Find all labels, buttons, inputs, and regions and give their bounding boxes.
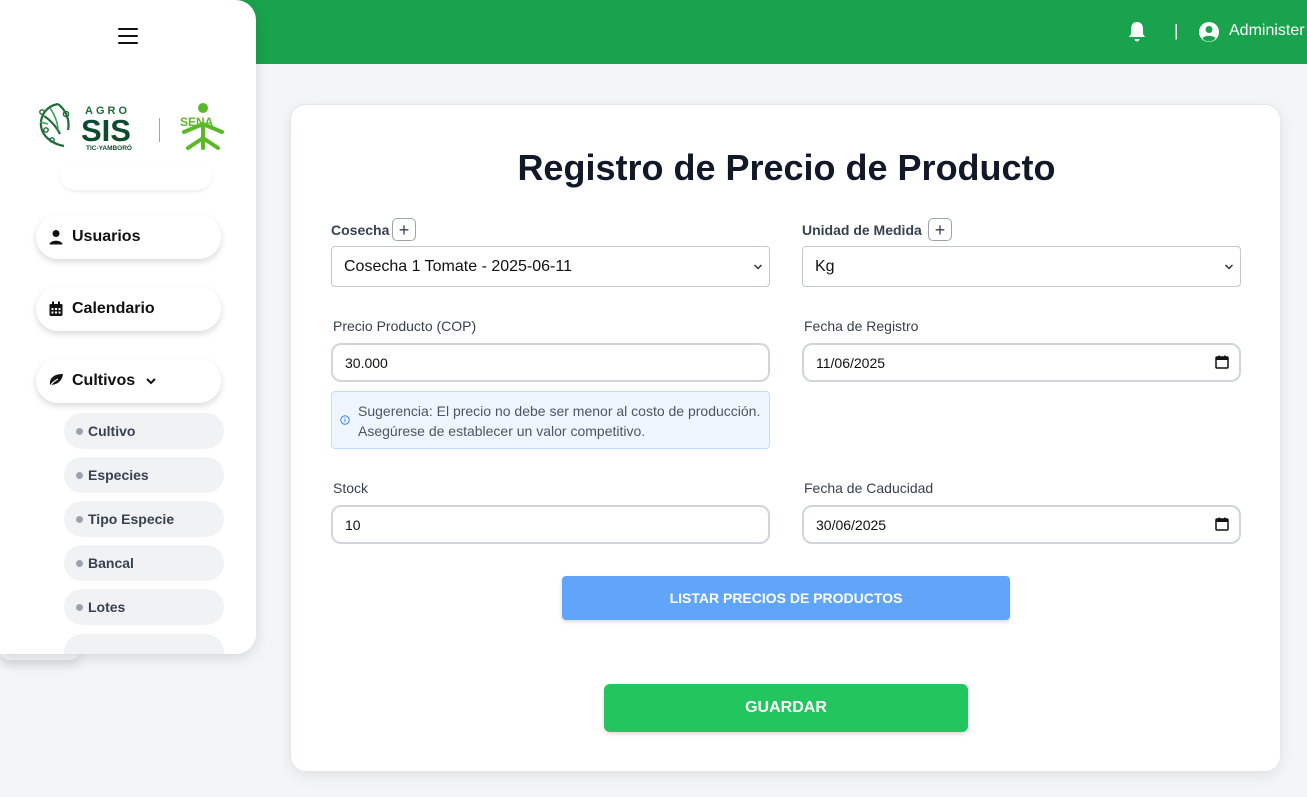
calendar-picker-icon[interactable] (1215, 355, 1229, 369)
info-icon (340, 415, 350, 425)
user-icon (49, 230, 63, 245)
save-button[interactable]: GUARDAR (604, 684, 968, 732)
bell-icon[interactable] (1127, 21, 1147, 43)
sidebar-subitem-label: Especies (88, 467, 149, 483)
sidebar-item-calendario[interactable]: Calendario (36, 287, 221, 331)
fecha-registro-value: 11/06/2025 (816, 354, 886, 371)
user-circle-icon[interactable] (1198, 21, 1220, 43)
sidebar-item-label: Usuarios (72, 228, 141, 245)
cosecha-selected-value: Cosecha 1 Tomate - 2025-06-11 (344, 257, 572, 275)
chevron-down-icon (1224, 264, 1234, 270)
sidebar-item-usuarios[interactable]: Usuarios (36, 215, 221, 259)
product-price-form-card: Registro de Precio de Producto Cosecha +… (290, 104, 1281, 772)
bullet-icon (76, 515, 83, 523)
fecha-caducidad-label: Fecha de Caducidad (804, 480, 934, 496)
sena-logo: SENA (180, 103, 224, 150)
fecha-caducidad-value: 30/06/2025 (816, 516, 887, 533)
sidebar-subitem-tipo-especie[interactable]: Tipo Especie (64, 501, 224, 537)
logo-divider (159, 118, 160, 142)
unidad-label: Unidad de Medida (802, 222, 922, 238)
bullet-icon (76, 603, 83, 611)
sidebar-subitem-label: Lotes (88, 599, 126, 615)
logo-sis-text: SIS (81, 113, 131, 148)
list-prices-button[interactable]: LISTAR PRECIOS DE PRODUCTOS (562, 576, 1010, 620)
sidebar: AGRO SIS TIC-YAMBORÓ SENA Usuarios Calen… (0, 0, 256, 654)
precio-input[interactable]: 30.000 (331, 343, 770, 382)
hint-line-1: Sugerencia: El precio no debe ser menor … (358, 403, 761, 419)
chevron-down-icon (753, 264, 763, 270)
agrosis-logo: AGRO SIS TIC-YAMBORÓ (39, 102, 132, 152)
sidebar-subitem-hidden (64, 634, 224, 654)
add-unidad-button[interactable]: + (928, 218, 952, 241)
unidad-select[interactable]: Kg (802, 246, 1241, 287)
topbar-separator: | (1174, 21, 1179, 40)
leaf-icon (48, 374, 63, 389)
sidebar-subitem-label: Tipo Especie (88, 511, 175, 527)
user-name[interactable]: Administer (1229, 22, 1305, 40)
bullet-icon (76, 427, 83, 435)
sidebar-subitem-label: Bancal (88, 555, 134, 571)
sidebar-item-label: Calendario (72, 300, 155, 317)
cosecha-label: Cosecha (331, 222, 390, 238)
precio-value: 30.000 (345, 354, 388, 371)
price-hint-box: Sugerencia: El precio no debe ser menor … (331, 391, 770, 449)
sidebar-subitem-especies[interactable]: Especies (64, 457, 224, 493)
hint-line-2: Asegúrese de establecer un valor competi… (358, 423, 646, 439)
logo-tic-text: TIC-YAMBORÓ (86, 143, 132, 152)
stock-label: Stock (333, 480, 369, 496)
sidebar-subitem-lotes[interactable]: Lotes (64, 589, 224, 625)
sidebar-item-label: Cultivos (72, 372, 136, 389)
sidebar-subitem-cultivo[interactable]: Cultivo (64, 413, 224, 449)
add-cosecha-button[interactable]: + (392, 218, 416, 241)
stock-input[interactable]: 10 (331, 505, 770, 544)
calendar-picker-icon[interactable] (1215, 517, 1229, 531)
cosecha-select[interactable]: Cosecha 1 Tomate - 2025-06-11 (331, 246, 770, 287)
unidad-selected-value: Kg (815, 257, 835, 275)
stock-value: 10 (345, 516, 361, 533)
precio-label: Precio Producto (COP) (333, 318, 477, 334)
fecha-caducidad-input[interactable]: 30/06/2025 (802, 505, 1241, 544)
sidebar-item-cultivos[interactable]: Cultivos (36, 359, 221, 403)
bullet-icon (76, 471, 83, 479)
hint-text: Sugerencia: El precio no debe ser menor … (358, 401, 768, 441)
bullet-icon (76, 559, 83, 567)
sidebar-subitem-label: Cultivo (88, 423, 136, 439)
page-title: Registro de Precio de Producto (517, 147, 1056, 188)
calendar-icon (49, 301, 63, 316)
sidebar-subitem-bancal[interactable]: Bancal (64, 545, 224, 581)
fecha-registro-input[interactable]: 11/06/2025 (802, 343, 1241, 382)
sidebar-item-hidden (60, 168, 212, 190)
hamburger-menu-icon[interactable] (118, 28, 138, 44)
chevron-down-icon (146, 378, 156, 385)
fecha-registro-label: Fecha de Registro (804, 318, 919, 334)
